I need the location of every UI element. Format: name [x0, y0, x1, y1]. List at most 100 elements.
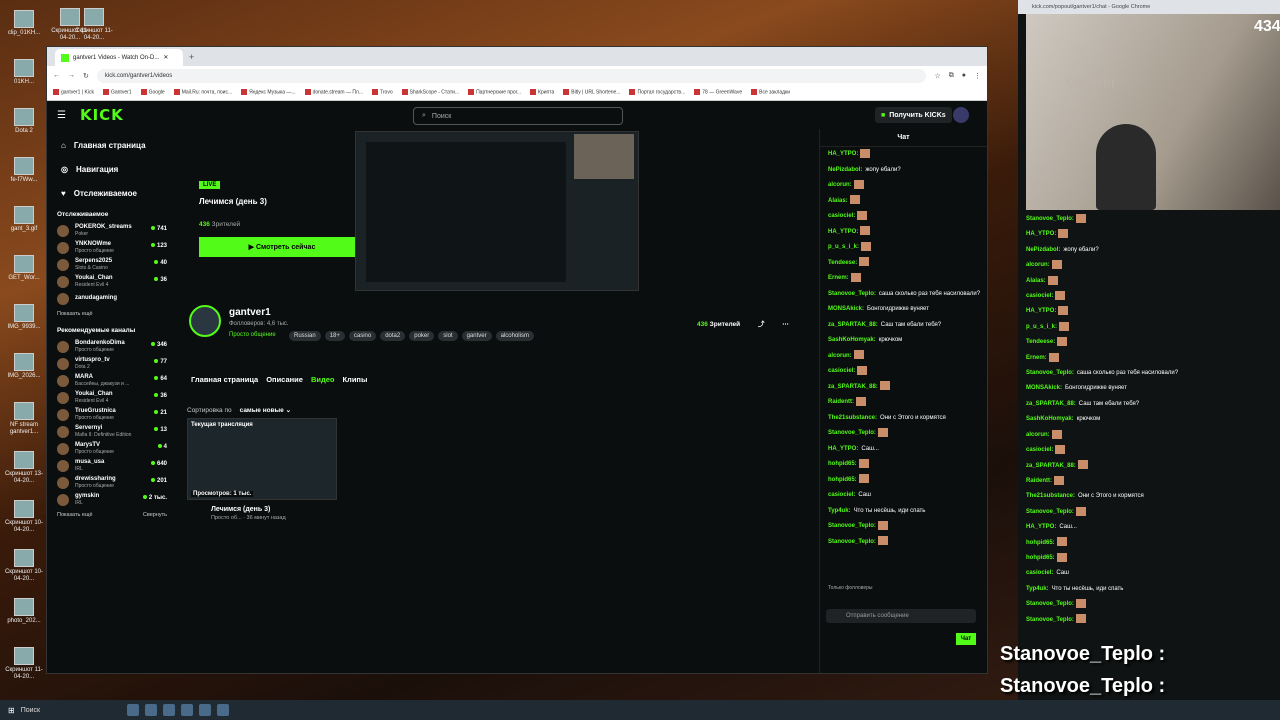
chat-username[interactable]: Alaias: — [828, 198, 848, 204]
chat-send-button[interactable]: Чат — [956, 633, 976, 645]
chat-username[interactable]: za_SPARTAK_88: — [828, 384, 878, 390]
chat-username[interactable]: casiociel: — [828, 213, 855, 219]
chat-username[interactable]: HA_YTPO: — [828, 229, 858, 235]
taskbar-app-icon[interactable] — [144, 704, 157, 716]
chat-username[interactable]: casiociel: — [1026, 570, 1053, 576]
chat-username[interactable]: alcorun: — [1026, 262, 1050, 268]
chat-username[interactable]: Stanovoe_Teplo: — [1026, 216, 1074, 222]
chat-username[interactable]: p_u_s_i_k: — [1026, 324, 1057, 330]
chat-username[interactable]: HA_YTPO: — [1026, 231, 1056, 237]
channel-category[interactable]: Просто общение — [229, 332, 276, 338]
chat-username[interactable]: alcorun: — [828, 353, 852, 359]
sidebar-channel-item[interactable]: Youkai_Chan Resident Evil 4 36 — [51, 273, 175, 290]
channel-tag[interactable]: dota2 — [380, 331, 406, 341]
chat-username[interactable]: Stanovoe_Teplo: — [828, 430, 876, 436]
nav-home[interactable]: ⌂ Главная страница — [51, 133, 175, 157]
desktop-icon[interactable]: Скриншот 11-04-20... — [4, 645, 44, 689]
bookmark-item[interactable]: Google — [140, 89, 165, 96]
stream-preview[interactable] — [355, 131, 639, 291]
sidebar-channel-item[interactable]: zanudagaming — [51, 290, 175, 307]
sidebar-channel-item[interactable]: Serpens2025 Slots & Casino 40 — [51, 256, 175, 273]
taskbar-app-icon[interactable] — [162, 704, 175, 716]
channel-tag[interactable]: casino — [348, 331, 377, 341]
sidebar-channel-item[interactable]: BondarenkoDima Просто общение 346 — [51, 338, 175, 355]
desktop-icon[interactable]: Dota 2 — [4, 106, 44, 150]
bookmark-item[interactable]: Mail.Ru: почта, поис... — [173, 89, 232, 96]
chat-username[interactable]: HA_YTPO: — [828, 446, 858, 452]
chat-username[interactable]: casiociel: — [1026, 447, 1053, 453]
sidebar-channel-item[interactable]: virtuspro_tv Dota 2 77 — [51, 355, 175, 372]
forward-icon[interactable]: → — [68, 72, 75, 79]
sidebar-channel-item[interactable]: gymskin IRL 2 тыс. — [51, 491, 175, 508]
taskbar-app-icon[interactable] — [216, 704, 229, 716]
chat-username[interactable]: The21substance: — [1026, 493, 1075, 499]
chat-username[interactable]: casiociel: — [828, 368, 855, 374]
show-more-link[interactable]: Показать ещё — [57, 512, 93, 518]
chat-username[interactable]: Raidentt: — [1026, 478, 1052, 484]
chat-username[interactable]: The21substance: — [828, 415, 877, 421]
sidebar-channel-item[interactable]: POKEROK_streams Poker 741 — [51, 222, 175, 239]
bookmark-item[interactable]: SharkScope - Стати... — [401, 89, 459, 96]
share-icon[interactable]: ⤴ — [758, 321, 765, 328]
more-icon[interactable]: ⋯ — [782, 321, 789, 328]
chat-username[interactable]: za_SPARTAK_88: — [1026, 401, 1076, 407]
desktop-icon[interactable]: Скриншот 10-04-20... — [4, 547, 44, 591]
chat-username[interactable]: HA_YTPO: — [1026, 524, 1056, 530]
get-kicks-button[interactable]: ■ Получить KICKs — [875, 107, 952, 123]
desktop-icon[interactable]: fe-f7Ww... — [4, 155, 44, 199]
chat-username[interactable]: Typ4uk: — [1026, 586, 1049, 592]
sidebar-channel-item[interactable]: TrueGrustnica Просто общение 21 — [51, 406, 175, 423]
taskbar-app-icon[interactable] — [198, 704, 211, 716]
chat-username[interactable]: Stanovoe_Teplo: — [1026, 370, 1074, 376]
hamburger-icon[interactable]: ☰ — [57, 110, 66, 121]
collapse-link[interactable]: Свернуть — [143, 512, 167, 518]
new-tab-icon[interactable]: + — [189, 52, 194, 62]
desktop-icon[interactable]: Скриншот 10-04-20... — [4, 498, 44, 542]
chat-username[interactable]: Alaias: — [1026, 278, 1046, 284]
tab-about[interactable]: Описание — [266, 375, 303, 384]
chat-username[interactable]: alcorun: — [828, 182, 852, 188]
chat-username[interactable]: Ernem: — [828, 275, 849, 281]
chat-username[interactable]: hohpid65: — [1026, 540, 1055, 546]
chat-username[interactable]: HA_YTPO: — [828, 151, 858, 157]
chat-input[interactable]: Отправить сообщение — [826, 609, 976, 623]
bookmark-item[interactable]: donate.stream — Пл... — [304, 89, 363, 96]
bookmark-item[interactable]: Все закладки — [751, 89, 790, 96]
sidebar-channel-item[interactable]: musa_usa IRL 640 — [51, 457, 175, 474]
chat-username[interactable]: Tendeese: — [1026, 339, 1055, 345]
kick-logo[interactable]: KICK — [80, 106, 124, 124]
bookmark-item[interactable]: 78 — GreenWave — [694, 89, 742, 96]
bookmark-item[interactable]: Партнерские прог... — [468, 89, 521, 96]
chat-username[interactable]: HA_YTPO: — [1026, 308, 1056, 314]
video-card[interactable]: Текущая трансляция Просмотров: 1 тыс. Леч… — [187, 418, 337, 521]
windows-start-icon[interactable]: ⊞ — [8, 706, 15, 715]
desktop-icon[interactable]: Скриншот 11-04-20... — [74, 6, 114, 50]
bookmark-item[interactable]: Яндекс Музыка —... — [241, 89, 296, 96]
chat-username[interactable]: MONSAkick: — [828, 306, 864, 312]
desktop-icon[interactable]: IMG_9939... — [4, 302, 44, 346]
chat-username[interactable]: Stanovoe_Teplo: — [828, 523, 876, 529]
bookmark-item[interactable]: Gantver1 — [102, 89, 132, 96]
chat-username[interactable]: alcorun: — [1026, 432, 1050, 438]
channel-avatar[interactable] — [189, 305, 221, 337]
bookmark-item[interactable]: Крипта — [530, 89, 554, 96]
bookmark-item[interactable]: gantver1 | Kick — [53, 89, 94, 96]
sidebar-channel-item[interactable]: Servernyi Mafia II: Definitive Edition 13 — [51, 423, 175, 440]
chat-username[interactable]: MONSAkick: — [1026, 385, 1062, 391]
desktop-icon[interactable]: gant_3.gif — [4, 204, 44, 248]
sidebar-channel-item[interactable]: drewissharing Просто общение 201 — [51, 474, 175, 491]
show-more-link[interactable]: Показать ещё — [57, 311, 175, 317]
chat-username[interactable]: za_SPARTAK_88: — [828, 322, 878, 328]
menu-icon[interactable]: ⋮ — [974, 72, 981, 80]
chat-username[interactable]: Stanovoe_Teplo: — [828, 539, 876, 545]
sort-select[interactable]: самые новые ⌄ — [240, 407, 291, 414]
desktop-icon[interactable]: Скриншот 13-04-20... — [4, 449, 44, 493]
back-icon[interactable]: ← — [53, 72, 60, 79]
desktop-icon[interactable]: GET_Wor... — [4, 253, 44, 297]
bookmark-item[interactable]: Bitly | URL Shortene... — [563, 89, 620, 96]
taskbar-search[interactable]: Поиск — [21, 707, 121, 714]
watch-now-button[interactable]: ▶ Смотреть сейчас — [199, 237, 365, 257]
channel-tag[interactable]: gantver — [461, 331, 492, 341]
sidebar-channel-item[interactable]: Youkai_Chan Resident Evil 4 36 — [51, 389, 175, 406]
chat-username[interactable]: Ernem: — [1026, 355, 1047, 361]
